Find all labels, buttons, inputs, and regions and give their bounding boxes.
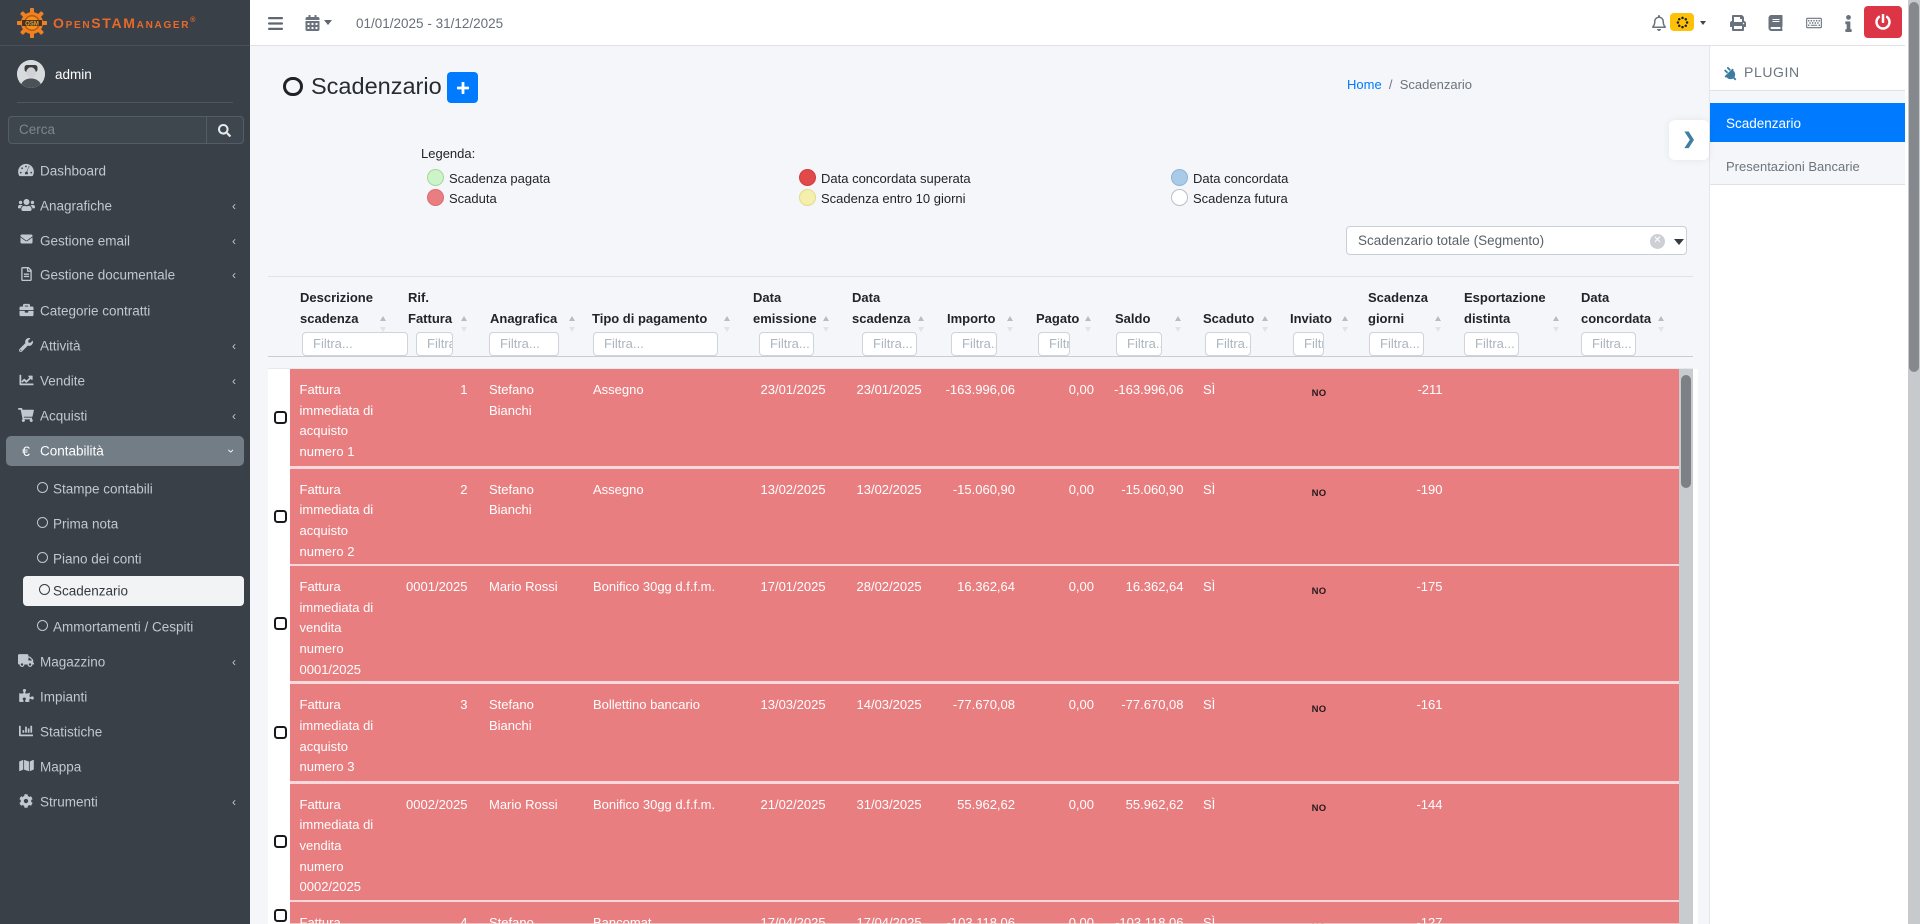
svg-text:OSM: OSM	[25, 21, 39, 27]
